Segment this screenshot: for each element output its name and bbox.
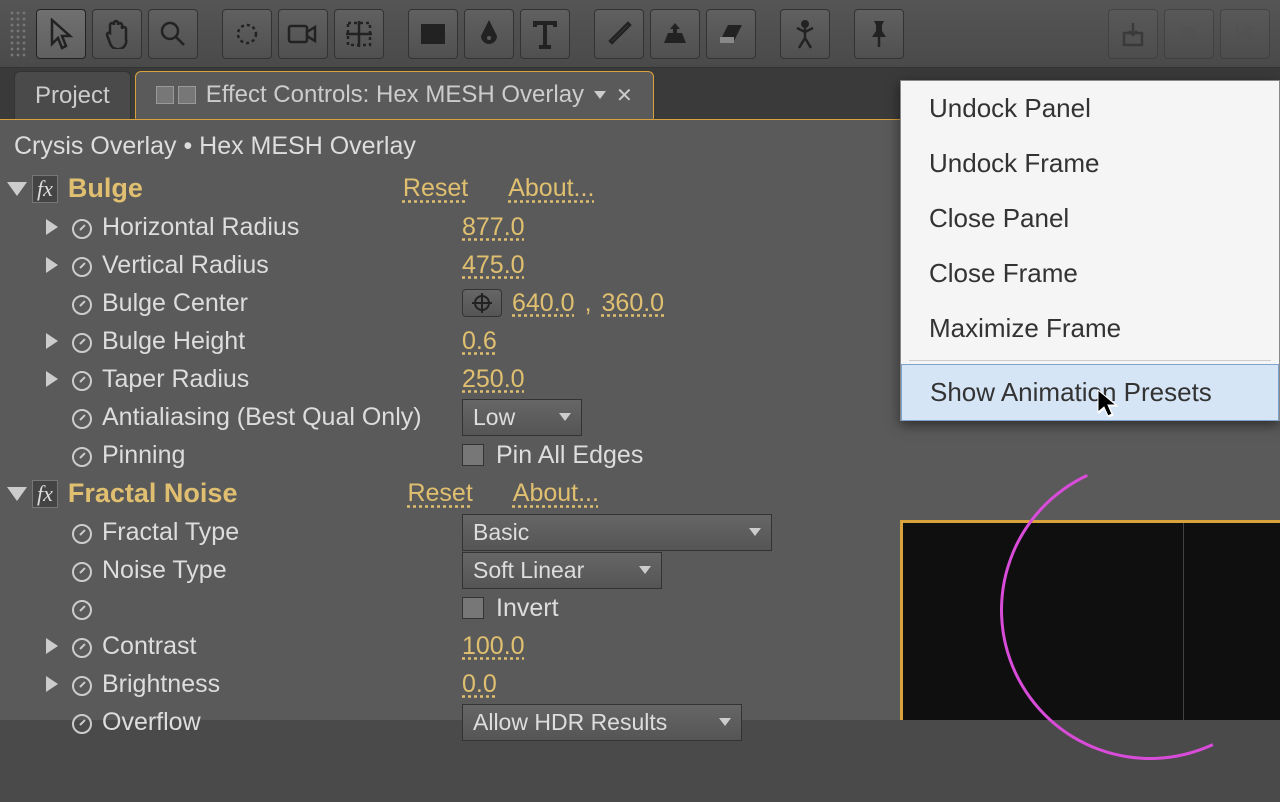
stopwatch-icon[interactable] xyxy=(72,217,92,237)
stopwatch-icon[interactable] xyxy=(72,598,92,618)
effect-name[interactable]: Bulge xyxy=(68,173,143,204)
prop-label: Pinning xyxy=(102,441,462,470)
pin-tool[interactable] xyxy=(854,9,904,59)
twirl-icon[interactable] xyxy=(7,487,27,501)
prop-value[interactable]: 100.0 xyxy=(462,632,525,661)
menu-show-animation-presets[interactable]: Show Animation Presets xyxy=(901,364,1279,421)
prop-label: Noise Type xyxy=(102,556,462,585)
fx-icon[interactable]: fx xyxy=(32,480,58,508)
stopwatch-icon[interactable] xyxy=(72,674,92,694)
chevron-down-icon xyxy=(719,718,731,726)
stopwatch-icon[interactable] xyxy=(72,560,92,580)
prop-label: Contrast xyxy=(102,632,462,661)
prop-label: Taper Radius xyxy=(102,365,462,394)
tab-effect-controls[interactable]: Effect Controls: Hex MESH Overlay ✕ xyxy=(135,71,654,119)
tab-project[interactable]: Project xyxy=(14,71,131,119)
stopwatch-icon[interactable] xyxy=(72,636,92,656)
skip-button[interactable] xyxy=(1220,9,1270,59)
brush-tool[interactable] xyxy=(594,9,644,59)
twirl-icon[interactable] xyxy=(46,676,58,692)
main-toolbar xyxy=(0,0,1280,68)
tab-icons xyxy=(156,86,196,104)
prop-label: Brightness xyxy=(102,670,462,699)
prop-label: Overflow xyxy=(102,708,462,737)
selection-tool[interactable] xyxy=(36,9,86,59)
prop-label: Bulge Height xyxy=(102,327,462,356)
checkbox[interactable] xyxy=(462,597,484,619)
effect-name[interactable]: Fractal Noise xyxy=(68,478,238,509)
panel-context-menu: Undock Panel Undock Frame Close Panel Cl… xyxy=(900,80,1280,421)
rectangle-tool[interactable] xyxy=(408,9,458,59)
prop-label: Fractal Type xyxy=(102,518,462,547)
overflow-select[interactable]: Allow HDR Results xyxy=(462,704,742,741)
reset-link[interactable]: Reset xyxy=(407,479,472,508)
chevron-down-icon[interactable] xyxy=(594,91,606,99)
stopwatch-icon[interactable] xyxy=(72,712,92,732)
menu-undock-panel[interactable]: Undock Panel xyxy=(901,81,1279,136)
camera-tool[interactable] xyxy=(278,9,328,59)
stopwatch-icon[interactable] xyxy=(72,293,92,313)
twirl-icon[interactable] xyxy=(46,219,58,235)
toolbar-grip-icon xyxy=(8,9,26,59)
prop-value-x[interactable]: 640.0 xyxy=(512,289,575,318)
record-button[interactable] xyxy=(1164,9,1214,59)
prop-value[interactable]: 0.0 xyxy=(462,670,497,699)
menu-separator xyxy=(909,360,1271,361)
twirl-icon[interactable] xyxy=(46,371,58,387)
stopwatch-icon[interactable] xyxy=(72,331,92,351)
stopwatch-icon[interactable] xyxy=(72,445,92,465)
crosshair-icon[interactable] xyxy=(462,289,502,317)
prop-value-y[interactable]: 360.0 xyxy=(602,289,665,318)
chevron-down-icon xyxy=(639,566,651,574)
antialiasing-select[interactable]: Low xyxy=(462,399,582,436)
puppet-tool[interactable] xyxy=(780,9,830,59)
close-icon[interactable]: ✕ xyxy=(616,83,633,108)
twirl-icon[interactable] xyxy=(46,257,58,273)
chevron-down-icon xyxy=(749,528,761,536)
zoom-tool[interactable] xyxy=(148,9,198,59)
prop-value[interactable]: 0.6 xyxy=(462,327,497,356)
stopwatch-icon[interactable] xyxy=(72,255,92,275)
reset-link[interactable]: Reset xyxy=(403,174,468,203)
twirl-icon[interactable] xyxy=(46,333,58,349)
text-tool[interactable] xyxy=(520,9,570,59)
stopwatch-icon[interactable] xyxy=(72,407,92,427)
clone-stamp-tool[interactable] xyxy=(650,9,700,59)
prop-label: Horizontal Radius xyxy=(102,213,462,242)
pen-tool[interactable] xyxy=(464,9,514,59)
stopwatch-icon[interactable] xyxy=(72,522,92,542)
twirl-icon[interactable] xyxy=(46,638,58,654)
rotation-tool[interactable] xyxy=(222,9,272,59)
checkbox[interactable] xyxy=(462,444,484,466)
fractal-type-select[interactable]: Basic xyxy=(462,514,772,551)
composition-viewer xyxy=(900,520,1280,720)
prop-label: Antialiasing (Best Qual Only) xyxy=(102,403,462,432)
hand-tool[interactable] xyxy=(92,9,142,59)
fx-icon[interactable]: fx xyxy=(32,175,58,203)
checkbox-label: Invert xyxy=(496,594,559,623)
menu-maximize-frame[interactable]: Maximize Frame xyxy=(901,301,1279,356)
prop-label: Bulge Center xyxy=(102,289,462,318)
about-link[interactable]: About... xyxy=(508,174,594,203)
noise-type-select[interactable]: Soft Linear xyxy=(462,552,662,589)
pan-behind-tool[interactable] xyxy=(334,9,384,59)
tab-title: Effect Controls: Hex MESH Overlay xyxy=(206,81,584,109)
menu-close-panel[interactable]: Close Panel xyxy=(901,191,1279,246)
about-link[interactable]: About... xyxy=(513,479,599,508)
menu-close-frame[interactable]: Close Frame xyxy=(901,246,1279,301)
menu-undock-frame[interactable]: Undock Frame xyxy=(901,136,1279,191)
stopwatch-icon[interactable] xyxy=(72,369,92,389)
checkbox-label: Pin All Edges xyxy=(496,441,643,470)
import-button[interactable] xyxy=(1108,9,1158,59)
prop-value[interactable]: 250.0 xyxy=(462,365,525,394)
chevron-down-icon xyxy=(559,413,571,421)
cursor-icon xyxy=(1096,388,1120,425)
prop-value[interactable]: 877.0 xyxy=(462,213,525,242)
twirl-icon[interactable] xyxy=(7,182,27,196)
eraser-tool[interactable] xyxy=(706,9,756,59)
prop-value[interactable]: 475.0 xyxy=(462,251,525,280)
prop-label: Vertical Radius xyxy=(102,251,462,280)
